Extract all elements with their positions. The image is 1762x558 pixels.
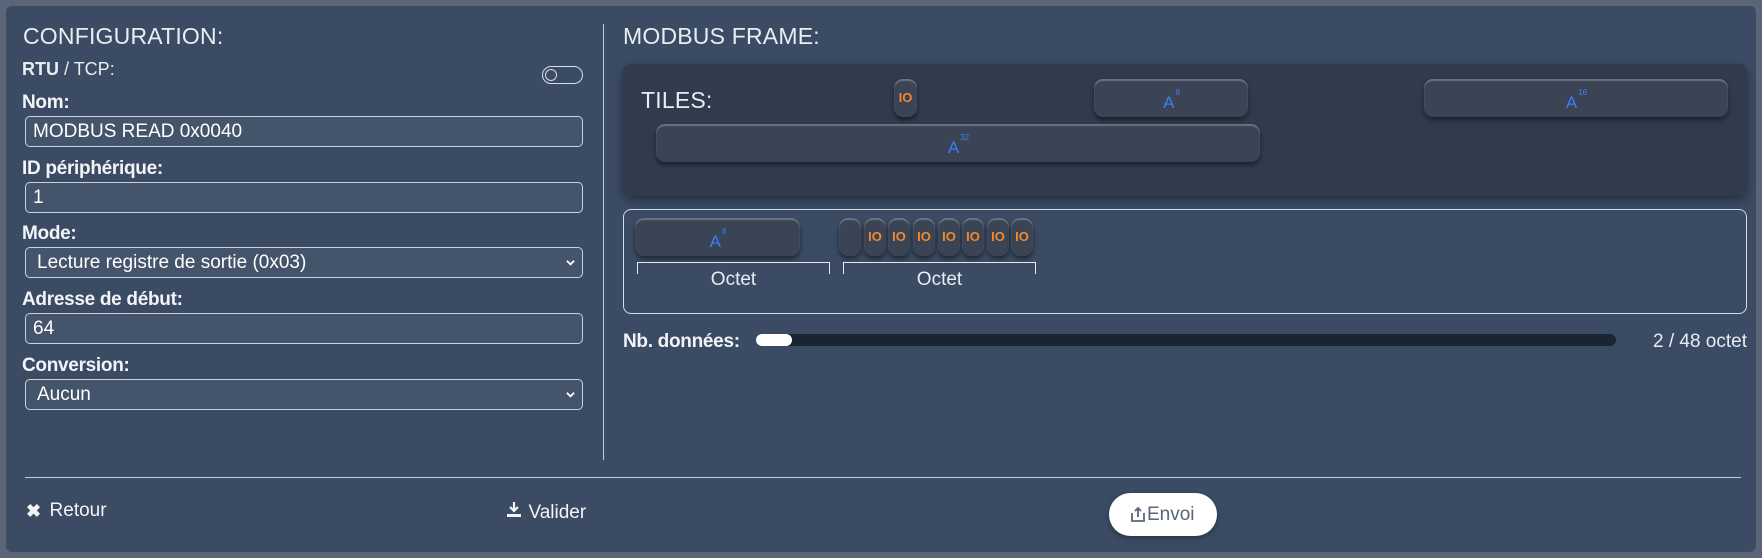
io-label: IO — [868, 229, 882, 244]
tile-io[interactable]: IO — [894, 79, 917, 117]
upload-icon — [1131, 506, 1145, 522]
tiles-palette: TILES: IO A8 A16 A32 — [623, 64, 1747, 196]
data-count-progress — [756, 334, 1616, 346]
vertical-divider — [603, 24, 604, 460]
octet-label: Octet — [916, 269, 963, 290]
tile-analog-32-label: A32 — [947, 133, 970, 157]
frame-tile-io[interactable]: IO — [987, 218, 1009, 256]
tile-analog-16-label: A16 — [1565, 88, 1588, 112]
protocol-rtu-label: RTU — [22, 59, 59, 79]
chevron-down-icon — [566, 260, 575, 266]
protocol-tcp-label: TCP: — [73, 59, 115, 79]
nom-label: Nom: — [22, 92, 70, 113]
frame-tile-io[interactable] — [839, 218, 861, 256]
modbus-frame-title: MODBUS FRAME: — [623, 23, 820, 49]
data-count-label: Nb. données: — [623, 331, 740, 352]
send-button-label: Envoi — [1147, 504, 1195, 525]
start-address-label: Adresse de début: — [22, 289, 183, 310]
frame-tile-io[interactable]: IO — [938, 218, 960, 256]
frame-tile-analog-8[interactable]: A8 — [635, 218, 800, 256]
tile-io-label: IO — [898, 90, 913, 105]
back-button-label: Retour — [49, 500, 107, 521]
device-id-label: ID périphérique: — [22, 158, 163, 179]
frame-tile-io[interactable]: IO — [1011, 218, 1033, 256]
io-label: IO — [966, 229, 980, 244]
progress-fill — [756, 334, 793, 346]
chevron-down-icon — [566, 392, 575, 398]
octet-label: Octet — [710, 269, 757, 290]
frame-tile-io[interactable]: IO — [864, 218, 886, 256]
frame-tile-io[interactable]: IO — [888, 218, 910, 256]
tile-analog-8[interactable]: A8 — [1094, 79, 1248, 117]
validate-button-label: Valider — [528, 502, 587, 523]
frame-tile-io[interactable]: IO — [962, 218, 984, 256]
send-button[interactable]: Envoi — [1109, 493, 1217, 536]
mode-label: Mode: — [22, 223, 77, 244]
tile-analog-16[interactable]: A16 — [1424, 79, 1728, 117]
mode-select-value: Lecture registre de sortie (0x03) — [37, 252, 307, 273]
io-label: IO — [991, 229, 1005, 244]
frame-tile-io[interactable]: IO — [913, 218, 935, 256]
protocol-label: RTU / TCP: — [22, 59, 115, 80]
tile-analog-32[interactable]: A32 — [656, 124, 1260, 162]
conversion-label: Conversion: — [22, 355, 130, 376]
modbus-frame-area: A8 IO IO IO IO IO IO IO Octet Octet — [623, 209, 1747, 314]
frame-tile-analog-label: A8 — [709, 227, 727, 251]
io-label: IO — [892, 229, 906, 244]
toggle-knob — [545, 69, 557, 81]
conversion-select[interactable]: Aucun — [25, 379, 583, 410]
data-count-value: 2 / 48 octet — [1652, 331, 1747, 352]
tile-analog-8-label: A8 — [1163, 88, 1180, 112]
back-button[interactable]: ✖ Retour — [26, 500, 107, 530]
mode-select[interactable]: Lecture registre de sortie (0x03) — [25, 247, 583, 278]
nom-input[interactable]: MODBUS READ 0x0040 — [25, 116, 583, 147]
io-label: IO — [1015, 229, 1029, 244]
close-icon: ✖ — [26, 501, 42, 521]
conversion-select-value: Aucun — [37, 384, 91, 405]
tiles-label: TILES: — [641, 87, 713, 113]
io-label: IO — [917, 229, 931, 244]
device-id-input[interactable]: 1 — [25, 182, 583, 213]
io-label: IO — [942, 229, 956, 244]
start-address-input[interactable]: 64 — [25, 313, 583, 344]
download-icon — [507, 502, 521, 517]
protocol-toggle[interactable] — [542, 66, 583, 84]
modbus-config-panel: CONFIGURATION: RTU / TCP: Nom: MODBUS RE… — [6, 6, 1756, 552]
validate-button[interactable]: Valider — [506, 500, 586, 530]
horizontal-divider — [25, 477, 1741, 478]
protocol-separator: / — [59, 59, 74, 79]
configuration-title: CONFIGURATION: — [23, 23, 224, 49]
